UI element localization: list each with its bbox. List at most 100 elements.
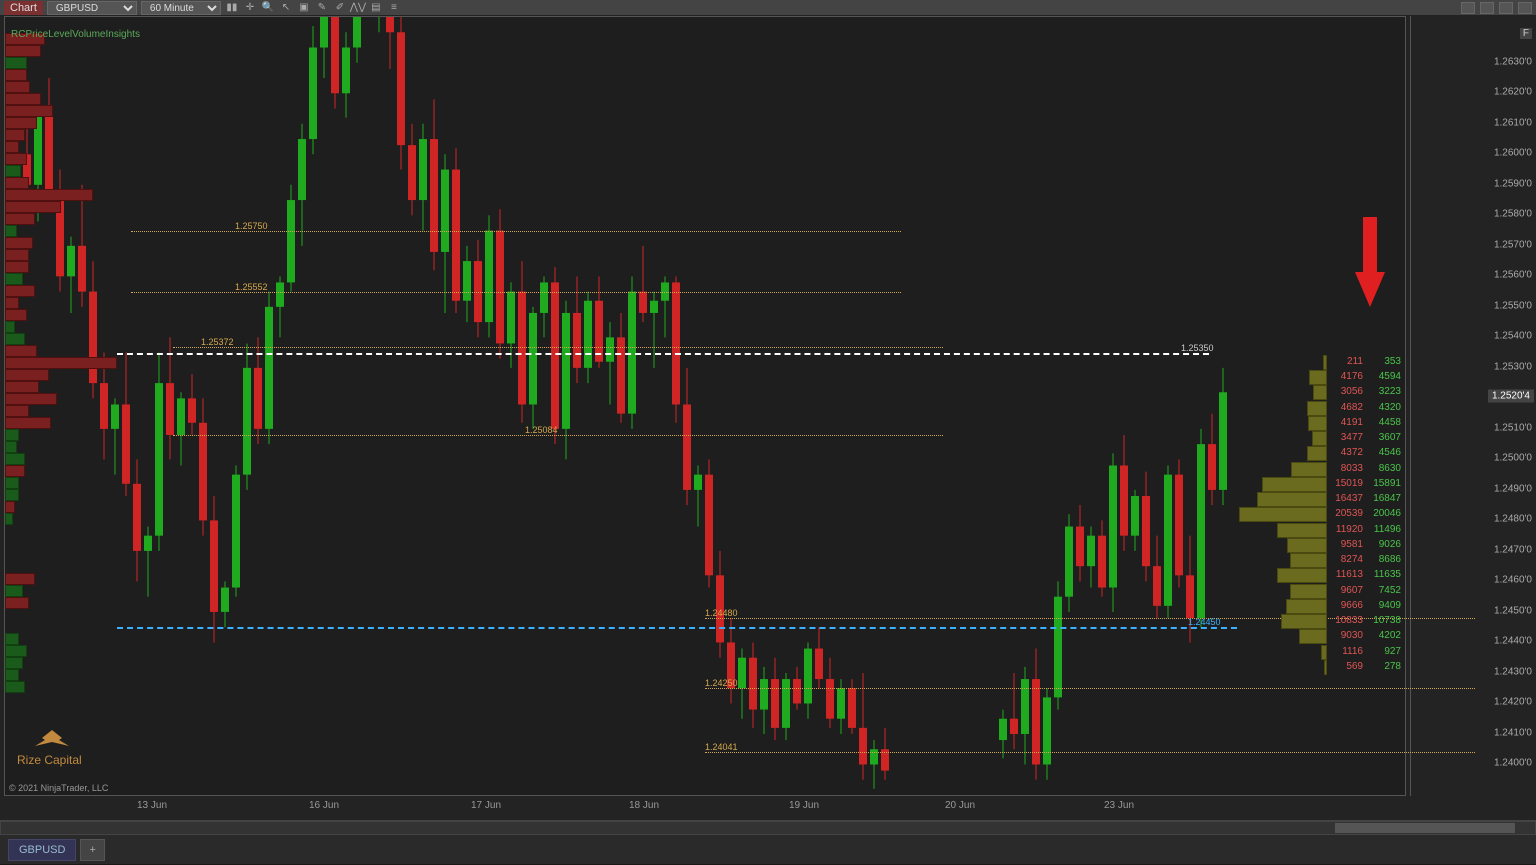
- snapshot-icon[interactable]: ✎: [315, 1, 329, 15]
- vp-buy-label: 3607: [1367, 432, 1401, 443]
- price-tick: 1.2540'0: [1494, 331, 1532, 342]
- price-level-label: 1.24041: [705, 742, 738, 752]
- price-level-label: 1.24250: [705, 678, 738, 688]
- vp-sell-label: 9030: [1331, 630, 1363, 641]
- properties-icon[interactable]: ≡: [387, 1, 401, 15]
- vp-buy-label: 4546: [1367, 447, 1401, 458]
- vp-sell-label: 10833: [1331, 615, 1363, 626]
- price-tick: 1.2530'0: [1494, 361, 1532, 372]
- price-level-line: [173, 347, 943, 348]
- timeframe-select[interactable]: 60 Minute: [141, 1, 221, 15]
- price-level-label: 1.24480: [705, 608, 738, 618]
- vp-sell-label: 8274: [1331, 554, 1363, 565]
- indicators-icon[interactable]: ▤: [369, 1, 383, 15]
- add-tab-button[interactable]: +: [80, 839, 104, 861]
- vp-buy-label: 4458: [1367, 417, 1401, 428]
- price-level-label: 1.25372: [201, 337, 234, 347]
- vp-sell-label: 9607: [1331, 585, 1363, 596]
- vp-sell-label: 3477: [1331, 432, 1363, 443]
- price-tick: 1.2590'0: [1494, 178, 1532, 189]
- price-tick: 1.2600'0: [1494, 148, 1532, 159]
- vp-buy-label: 20046: [1367, 508, 1401, 519]
- time-tick: 20 Jun: [945, 800, 975, 811]
- price-level-label: 1.25750: [235, 221, 268, 231]
- right-volume-profile: 2113534176459430563223468243204191445834…: [1235, 17, 1405, 795]
- price-tick: 1.2620'0: [1494, 87, 1532, 98]
- vp-buy-label: 4320: [1367, 402, 1401, 413]
- time-tick: 23 Jun: [1104, 800, 1134, 811]
- vp-buy-label: 927: [1367, 646, 1401, 657]
- price-level-label: 1.25350: [1181, 343, 1214, 353]
- vp-sell-label: 11920: [1331, 524, 1363, 535]
- minimize-icon[interactable]: [1480, 2, 1494, 14]
- price-level-label: 1.24450: [1188, 617, 1221, 627]
- zoom-icon[interactable]: 🔍: [261, 1, 275, 15]
- price-tick: 1.2450'0: [1494, 605, 1532, 616]
- price-level-line: [131, 231, 901, 232]
- vp-sell-label: 3056: [1331, 386, 1363, 397]
- vp-sell-label: 211: [1331, 356, 1363, 367]
- price-level-line: [131, 292, 901, 293]
- vp-buy-label: 8630: [1367, 463, 1401, 474]
- red-arrow-annotation: [1355, 217, 1385, 310]
- vp-sell-label: 9581: [1331, 539, 1363, 550]
- price-tick: 1.2480'0: [1494, 514, 1532, 525]
- drawing-tools-icon[interactable]: ✐: [333, 1, 347, 15]
- price-tick: 1.2410'0: [1494, 727, 1532, 738]
- price-level-line: [173, 435, 943, 436]
- vp-sell-label: 569: [1331, 661, 1363, 672]
- time-axis[interactable]: 13 Jun16 Jun17 Jun18 Jun19 Jun20 Jun23 J…: [4, 796, 1406, 820]
- price-tick: 1.2400'0: [1494, 758, 1532, 769]
- scroll-thumb[interactable]: [1335, 823, 1515, 833]
- horizontal-scrollbar[interactable]: [0, 821, 1536, 835]
- price-tick: 1.2550'0: [1494, 300, 1532, 311]
- price-level-label: 1.25552: [235, 282, 268, 292]
- time-tick: 13 Jun: [137, 800, 167, 811]
- current-price-marker: 1.2520'4: [1488, 390, 1534, 403]
- zigzag-icon[interactable]: ⋀⋁: [351, 1, 365, 15]
- vp-buy-label: 11635: [1367, 569, 1401, 580]
- price-tick: 1.2470'0: [1494, 544, 1532, 555]
- vp-sell-label: 9666: [1331, 600, 1363, 611]
- bottom-bar: GBPUSD +: [0, 820, 1536, 864]
- price-tick: 1.2580'0: [1494, 209, 1532, 220]
- symbol-tab[interactable]: GBPUSD: [8, 839, 76, 861]
- price-level-line: [117, 627, 1237, 629]
- vp-buy-label: 278: [1367, 661, 1401, 672]
- vp-sell-label: 4682: [1331, 402, 1363, 413]
- vp-buy-label: 15891: [1367, 478, 1401, 489]
- volume-bars-icon[interactable]: ▮▮: [225, 1, 239, 15]
- price-tick: 1.2630'0: [1494, 56, 1532, 67]
- time-tick: 18 Jun: [629, 800, 659, 811]
- vp-sell-label: 16437: [1331, 493, 1363, 504]
- vp-sell-label: 1116: [1331, 646, 1363, 657]
- indicator-label: RCPriceLevelVolumeInsights: [11, 29, 140, 40]
- vp-sell-label: 20539: [1331, 508, 1363, 519]
- vp-buy-label: 4202: [1367, 630, 1401, 641]
- price-tick: 1.2490'0: [1494, 483, 1532, 494]
- vp-buy-label: 9409: [1367, 600, 1401, 611]
- logo: Rize Capital: [17, 728, 87, 767]
- copyright: © 2021 NinjaTrader, LLC: [9, 783, 108, 793]
- price-level-line: [117, 353, 1209, 355]
- price-tick: 1.2510'0: [1494, 422, 1532, 433]
- crosshair-icon[interactable]: ✛: [243, 1, 257, 15]
- vp-buy-label: 16847: [1367, 493, 1401, 504]
- symbol-select[interactable]: GBPUSD: [47, 1, 137, 15]
- databox-icon[interactable]: ▣: [297, 1, 311, 15]
- vp-buy-label: 9026: [1367, 539, 1401, 550]
- logo-name: Rize Capital: [17, 753, 87, 767]
- price-tick: 1.2500'0: [1494, 453, 1532, 464]
- price-axis[interactable]: F 1.2630'01.2620'01.2610'01.2600'01.2590…: [1410, 16, 1536, 796]
- price-tick: 1.2430'0: [1494, 666, 1532, 677]
- window-toggle-icon[interactable]: [1461, 2, 1475, 14]
- chart-area[interactable]: RCPriceLevelVolumeInsights 1.25750 1.2555…: [0, 16, 1536, 820]
- price-tick: 1.2610'0: [1494, 117, 1532, 128]
- vp-buy-label: 8686: [1367, 554, 1401, 565]
- time-tick: 19 Jun: [789, 800, 819, 811]
- price-tick: 1.2460'0: [1494, 575, 1532, 586]
- close-icon[interactable]: [1518, 2, 1532, 14]
- maximize-icon[interactable]: [1499, 2, 1513, 14]
- pointer-icon[interactable]: ↖: [279, 1, 293, 15]
- price-tick: 1.2440'0: [1494, 636, 1532, 647]
